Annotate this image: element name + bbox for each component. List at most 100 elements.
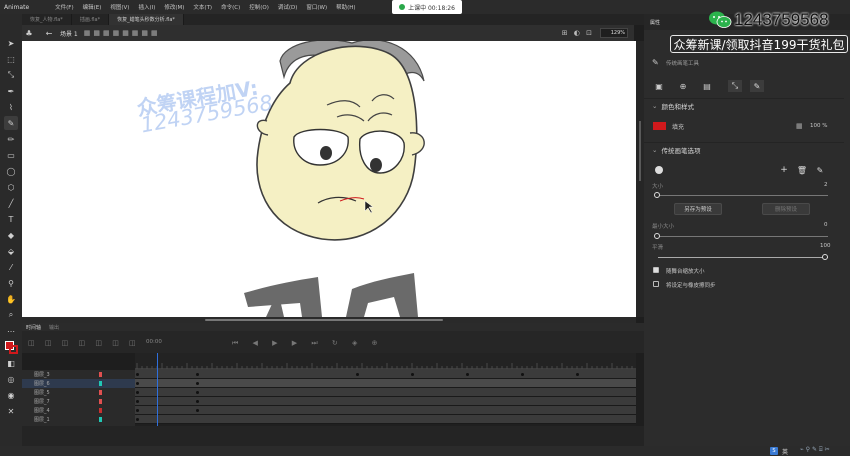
add-preset-icon[interactable]: +	[778, 164, 790, 176]
scroll-thumb[interactable]	[205, 319, 443, 321]
rectangle-tool-icon[interactable]: ▭	[4, 148, 18, 162]
layer-tools-icon[interactable]: ◫ ◫ ◫ ◫ ◫ ◫ ◫	[28, 339, 140, 347]
frame-row[interactable]	[135, 370, 636, 379]
keyframe-marker[interactable]	[196, 400, 199, 403]
playback-controls-icon[interactable]: ⏮ ◀ ▶ ▶ ⏭ ↻ ◈ ⊕	[232, 339, 383, 348]
menu-commands[interactable]: 命令(C)	[221, 3, 240, 11]
size-slider-knob[interactable]	[654, 192, 660, 198]
menu-modify[interactable]: 修改(M)	[164, 3, 184, 11]
layer-row[interactable]: 图层_1	[22, 415, 135, 424]
layer-row-selected[interactable]: 图层_6	[22, 379, 135, 388]
menu-text[interactable]: 文本(T)	[193, 3, 212, 11]
menu-window[interactable]: 窗口(W)	[306, 3, 327, 11]
doc-tab-active[interactable]: 恢复_蜡笔头秒数分析.fla*	[109, 14, 184, 25]
tab-timeline[interactable]: 时间轴	[26, 324, 41, 331]
keyframe-marker[interactable]	[136, 382, 139, 385]
snap-icon[interactable]: ✕	[4, 404, 18, 418]
menu-edit[interactable]: 编辑(E)	[83, 3, 102, 11]
frame-row[interactable]	[135, 379, 636, 388]
swap-colors-icon[interactable]: ◧	[4, 356, 18, 370]
ime-icon[interactable]: S	[770, 447, 778, 455]
keyframe-marker[interactable]	[196, 373, 199, 376]
classic-brush-icon[interactable]: ✎	[4, 116, 18, 130]
layer-row[interactable]: 图层_3	[22, 370, 135, 379]
timeline-ruler[interactable]	[135, 353, 636, 370]
smooth-slider-track[interactable]	[658, 257, 828, 258]
frame-row[interactable]	[135, 388, 636, 397]
save-preset-button[interactable]: 另存为预设	[674, 203, 722, 215]
image-icon[interactable]: ▤	[700, 80, 714, 92]
fill-color-swatch[interactable]	[653, 122, 666, 130]
tab-output[interactable]: 输出	[49, 324, 59, 331]
view-controls-icon[interactable]: ⊞ ◐ ⊡	[562, 29, 594, 37]
layer-row[interactable]: 图层_7	[22, 397, 135, 406]
keyframe-marker[interactable]	[136, 409, 139, 412]
menu-file[interactable]: 文件(F)	[55, 3, 73, 11]
stage-vertical-scrollbar[interactable]	[636, 41, 644, 317]
keyframe-marker[interactable]	[466, 373, 469, 376]
frame-row[interactable]	[135, 397, 636, 406]
tray-icons[interactable]: ⌁⚲✎⌸✂	[800, 446, 832, 454]
smooth-value[interactable]: 100	[820, 243, 831, 249]
zoom-field[interactable]: 129%	[600, 28, 628, 38]
scale-with-stage-checkbox[interactable]	[653, 267, 659, 273]
keyframe-marker[interactable]	[356, 373, 359, 376]
trash-icon[interactable]: 🗑	[796, 164, 808, 176]
keyframe-marker[interactable]	[576, 373, 579, 376]
fill-alpha[interactable]: 100 %	[810, 123, 827, 129]
pen-tool-icon[interactable]: ✒	[4, 84, 18, 98]
frame-row[interactable]	[135, 406, 636, 415]
polystar-tool-icon[interactable]: ⬡	[4, 180, 18, 194]
stage-canvas[interactable]	[22, 41, 636, 317]
hand-tool-icon[interactable]: ✋	[4, 292, 18, 306]
keyframe-marker[interactable]	[136, 418, 139, 421]
doc-tab[interactable]: 插画.fla*	[72, 14, 110, 25]
menu-help[interactable]: 帮助(H)	[336, 3, 355, 11]
ime-language[interactable]: 英	[782, 447, 788, 456]
keyframe-marker[interactable]	[196, 391, 199, 394]
back-arrow-icon[interactable]: ←	[42, 29, 56, 38]
tab-properties[interactable]: 属性	[650, 19, 660, 26]
stage-controls-icon[interactable]: ▦▦▦▦▦▦▦▦	[84, 29, 161, 37]
brush-shape-icon[interactable]: ◉	[4, 388, 18, 402]
object-drawing-icon[interactable]: ◎	[4, 372, 18, 386]
bone-tool-icon[interactable]: ⚲	[4, 276, 18, 290]
eraser-tool-icon[interactable]: ◆	[4, 228, 18, 242]
pencil-tool-icon[interactable]: ✏	[4, 132, 18, 146]
section-brush-options[interactable]: ⌄ 传统画笔选项	[644, 142, 844, 156]
tilt-icon[interactable]: ✎	[750, 80, 764, 92]
frame-grid[interactable]	[135, 370, 636, 426]
text-tool-icon[interactable]: T	[4, 212, 18, 226]
menu-debug[interactable]: 调试(D)	[278, 3, 298, 11]
keyframe-marker[interactable]	[411, 373, 414, 376]
keyframe-marker[interactable]	[136, 391, 139, 394]
layer-row[interactable]: 图层_5	[22, 388, 135, 397]
menu-insert[interactable]: 插入(I)	[138, 3, 155, 11]
selection-tool-icon[interactable]: ➤	[4, 36, 18, 50]
min-size-slider-knob[interactable]	[654, 233, 660, 239]
free-transform-icon[interactable]: ⤡	[4, 68, 18, 82]
keyframe-marker[interactable]	[521, 373, 524, 376]
frame-row[interactable]	[135, 415, 636, 424]
doc-tab[interactable]: 恢复_人物.fla*	[22, 14, 72, 25]
pressure-icon[interactable]: ⤡	[728, 80, 742, 92]
color-swatch-icon[interactable]	[4, 340, 18, 354]
layer-row[interactable]: 图层_4	[22, 406, 135, 415]
more-tools-icon[interactable]: ⋯	[4, 324, 18, 338]
brush-shape-icon[interactable]	[655, 166, 663, 174]
object-drawing-icon[interactable]: ▣	[652, 80, 666, 92]
min-size-value[interactable]: 0	[824, 222, 828, 228]
edit-icon[interactable]: ✎	[814, 164, 826, 176]
section-color-style[interactable]: ⌄ 颜色和样式	[644, 98, 844, 112]
keyframe-marker[interactable]	[196, 409, 199, 412]
keyframe-marker[interactable]	[196, 382, 199, 385]
min-size-slider-track[interactable]	[658, 236, 828, 237]
size-value[interactable]: 2	[824, 182, 828, 188]
globe-icon[interactable]: ⊕	[676, 80, 690, 92]
scroll-thumb[interactable]	[639, 121, 641, 181]
zoom-tool-icon[interactable]: ⌕	[4, 308, 18, 322]
oval-tool-icon[interactable]: ◯	[4, 164, 18, 178]
keyframe-marker[interactable]	[136, 400, 139, 403]
brush-tool-icon[interactable]: ⌇	[4, 100, 18, 114]
menu-control[interactable]: 控制(O)	[249, 3, 269, 11]
